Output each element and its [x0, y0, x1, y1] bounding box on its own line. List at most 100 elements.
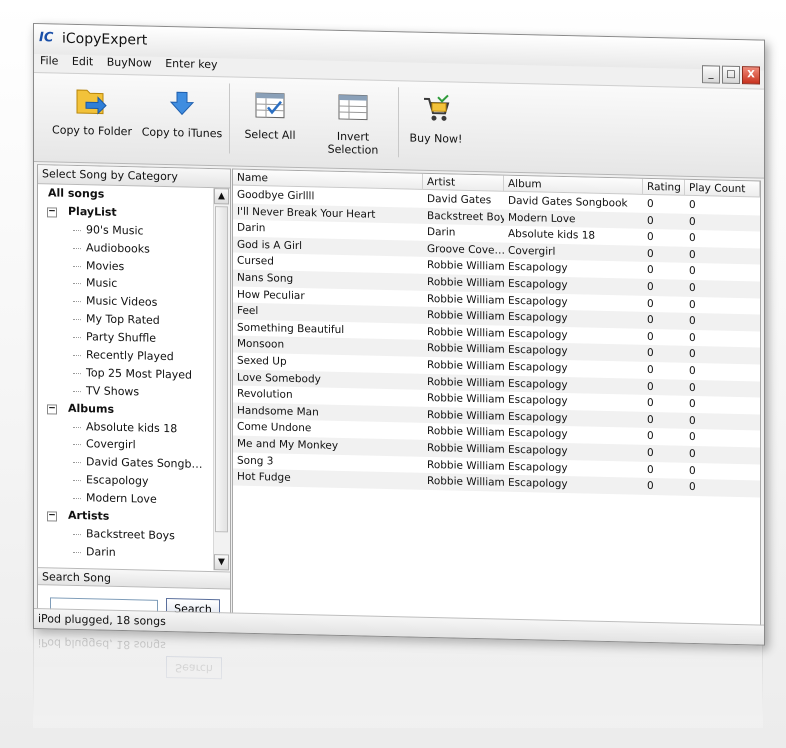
- category-tree: All songs PlayList −90's Music Audiobooks Mo…: [38, 184, 213, 570]
- tree-item-label: Movies: [86, 258, 125, 273]
- minimize-button[interactable]: _: [702, 65, 720, 84]
- select-all-label: Select All: [244, 127, 296, 142]
- maximize-button[interactable]: □: [722, 65, 740, 85]
- table-cell: Robbie Williams: [427, 458, 504, 473]
- table-cell: 0: [689, 315, 696, 328]
- column-header[interactable]: Rating: [643, 178, 685, 196]
- collapse-icon[interactable]: −: [47, 206, 57, 218]
- copy-to-folder-button[interactable]: Copy to Folder: [52, 81, 132, 138]
- menu-edit[interactable]: Edit: [72, 55, 93, 68]
- table-cell: 0: [647, 330, 654, 343]
- table-cell: Escapology: [508, 476, 568, 491]
- table-cell: 0: [647, 231, 654, 244]
- tree-item-label: TV Shows: [86, 383, 140, 399]
- select-all-button[interactable]: Select All: [240, 86, 300, 142]
- table-cell: Hot Fudge: [237, 470, 291, 485]
- tree-item-label: Darin: [86, 545, 116, 559]
- tree-group-albums-label: Albums: [68, 401, 114, 416]
- copy-to-folder-label: Copy to Folder: [52, 123, 132, 139]
- close-button[interactable]: X: [742, 66, 760, 85]
- scroll-thumb[interactable]: [215, 206, 228, 533]
- toolbar-separator: [229, 83, 230, 154]
- table-cell: 0: [689, 248, 696, 261]
- menu-file[interactable]: File: [40, 54, 58, 67]
- table-cell: 0: [689, 398, 696, 411]
- invert-selection-button[interactable]: Invert Selection: [312, 87, 394, 157]
- table-cell: Backstreet Boys: [427, 209, 504, 224]
- tree-scrollbar[interactable]: ▲ ▼: [213, 188, 230, 571]
- window-controls: _ □ X: [702, 65, 760, 85]
- table-cell: 0: [689, 232, 696, 245]
- table-cell: 0: [689, 481, 696, 494]
- tree-item-label: Audiobooks: [86, 240, 150, 256]
- table-cell: 0: [689, 215, 696, 228]
- buy-now-button[interactable]: Buy Now!: [408, 90, 464, 146]
- table-cell: Robbie Williams: [427, 342, 504, 357]
- copy-to-itunes-button[interactable]: Copy to iTunes: [139, 83, 225, 140]
- table-cell: 0: [689, 414, 696, 427]
- menu-enter-key[interactable]: Enter key: [165, 57, 217, 71]
- app-window: IC iCopyExpert File Edit BuyNow Enter ke…: [33, 23, 765, 646]
- tree-item-label: Music Videos: [86, 294, 158, 310]
- table-cell: 0: [647, 197, 654, 211]
- table-cell: 0: [647, 430, 654, 443]
- tree-item-label: My Top Rated: [86, 312, 160, 328]
- table-cell: Robbie Williams: [427, 259, 504, 274]
- buy-now-label: Buy Now!: [409, 131, 463, 146]
- collapse-icon[interactable]: −: [47, 510, 57, 522]
- table-cell: 0: [647, 397, 654, 410]
- tree-item-label: Covergirl: [86, 437, 136, 452]
- tree-item-label: Recently Played: [86, 348, 174, 364]
- toolbar-separator: [398, 87, 399, 158]
- table-cell: 0: [647, 347, 654, 360]
- table-cell: 0: [689, 447, 696, 461]
- invert-selection-label: Invert Selection: [327, 129, 379, 157]
- table-cell: Robbie Williams: [427, 309, 504, 324]
- table-cell: 0: [689, 298, 696, 311]
- tree-item[interactable]: Darin: [38, 542, 213, 564]
- window-title: iCopyExpert: [62, 30, 148, 49]
- column-header[interactable]: Artist: [423, 173, 504, 192]
- scroll-down-icon[interactable]: ▼: [214, 554, 229, 571]
- table-cell: Robbie Williams: [427, 375, 504, 390]
- table-cell: 0: [689, 265, 696, 278]
- table-cell: 0: [647, 446, 654, 460]
- tree-item-label: Escapology: [86, 473, 149, 488]
- tree-item-label: Absolute kids 18: [86, 419, 178, 435]
- tree-group-artists-label: Artists: [68, 508, 110, 523]
- table-cell: 0: [689, 198, 696, 212]
- table-cell: 0: [647, 363, 654, 377]
- table-cell: Robbie Williams: [427, 292, 504, 307]
- category-panel: Select Song by Category All songs PlayLis…: [37, 164, 231, 627]
- tree-item-label: Top 25 Most Played: [86, 366, 193, 382]
- table-cell: Groove Cove…: [427, 242, 504, 257]
- table-cell: 0: [647, 297, 654, 310]
- table-cell: 0: [647, 380, 654, 393]
- tree-group-playlist-label: PlayList: [68, 204, 117, 219]
- table-cell: 0: [689, 331, 696, 344]
- window-reflection: iPod plugged, 18 songs Search: [33, 628, 763, 728]
- column-header[interactable]: Album: [504, 175, 643, 195]
- menu-buynow[interactable]: BuyNow: [107, 56, 152, 70]
- table-cell: 0: [647, 247, 654, 260]
- table-cell: David Gates: [427, 192, 492, 207]
- cart-icon: [416, 90, 456, 129]
- tree-item-label: Modern Love: [86, 491, 157, 506]
- scroll-up-icon[interactable]: ▲: [214, 188, 229, 205]
- tree-item-label: Party Shuffle: [86, 330, 157, 345]
- tree-item-label: Music: [86, 276, 118, 291]
- table-cell: 0: [647, 214, 654, 227]
- tree-item-label: Backstreet Boys: [86, 527, 175, 543]
- table-check-icon: [250, 86, 290, 125]
- column-header[interactable]: Play Count: [685, 179, 760, 198]
- table-cell: 0: [689, 431, 696, 444]
- search-panel-header: Search Song: [38, 567, 230, 590]
- table-cell: 0: [647, 413, 654, 426]
- table-cell: Darin: [427, 226, 456, 239]
- collapse-icon[interactable]: −: [47, 403, 57, 415]
- table-cell: Robbie Williams: [427, 425, 504, 440]
- table-cell: Robbie Williams: [427, 408, 504, 423]
- copy-to-itunes-label: Copy to iTunes: [141, 125, 223, 141]
- download-arrow-icon: [162, 84, 202, 123]
- toolbar: Copy to Folder Copy to iTunes Select All…: [34, 72, 764, 179]
